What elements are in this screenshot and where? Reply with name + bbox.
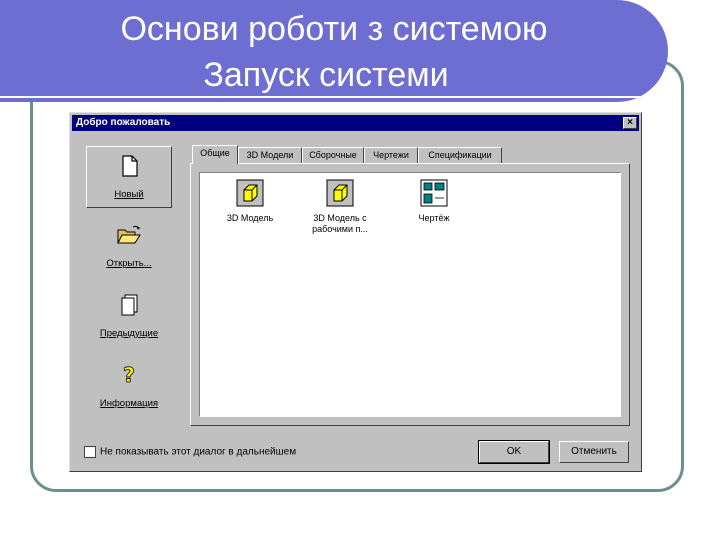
close-icon: × — [627, 117, 633, 128]
3d-model-cube-icon — [326, 179, 354, 207]
template-label: Чертёж — [418, 213, 450, 223]
previous-documents-icon — [121, 294, 138, 316]
template-label: 3D Модель — [226, 213, 274, 223]
template-drawing[interactable]: Чертёж — [389, 179, 479, 224]
left-nav-panel: Новый Открыть... Предыдущие ? Информация — [86, 146, 174, 428]
template-label: 3D Модель с — [313, 213, 367, 223]
slide-title-line2: Запуск системи — [203, 56, 449, 94]
3d-model-cube-icon — [236, 179, 264, 207]
tab-general[interactable]: Общие — [192, 145, 238, 164]
close-button[interactable]: × — [623, 117, 637, 129]
tab-drawings[interactable]: Чертежи — [364, 147, 418, 163]
dialog-title-bar: Добро пожаловать × — [72, 115, 639, 131]
nav-open-button[interactable]: Открыть... — [86, 216, 172, 278]
template-3d-model-with-planes[interactable]: 3D Модель с рабочими п... — [295, 179, 385, 235]
help-question-icon: ? — [123, 364, 135, 386]
welcome-dialog: Добро пожаловать × Новый Открыть... Пред… — [69, 112, 642, 472]
nav-new-button[interactable]: Новый — [86, 146, 172, 208]
open-folder-icon — [117, 225, 141, 244]
nav-new-label: Новый — [114, 189, 144, 200]
slide-title-line1: Основи роботи з системою — [120, 10, 548, 48]
ok-button[interactable]: OK — [478, 440, 550, 464]
dont-show-checkbox[interactable] — [84, 446, 96, 458]
dont-show-label: Не показывать этот диалог в дальнейшем — [100, 446, 297, 458]
title-underline — [0, 96, 640, 98]
dont-show-checkbox-row[interactable]: Не показывать этот диалог в дальнейшем — [84, 446, 296, 458]
tab-panel: 3D Модель 3D Модель с рабочими п... Черт… — [190, 163, 630, 426]
nav-open-label: Открыть... — [106, 258, 152, 269]
new-document-icon — [122, 155, 138, 177]
slide-title-bar: Основи роботи з системою Запуск системи — [0, 0, 668, 102]
svg-text:?: ? — [123, 364, 135, 386]
template-label-line2: рабочими п... — [312, 224, 368, 234]
template-3d-model[interactable]: 3D Модель — [205, 179, 295, 224]
tab-specifications[interactable]: Спецификации — [418, 147, 502, 163]
tab-assemblies[interactable]: Сборочные — [302, 147, 364, 163]
drawing-icon — [420, 179, 448, 207]
nav-info-label: Информация — [99, 398, 159, 409]
nav-info-button[interactable]: ? Информация — [86, 356, 172, 418]
nav-previous-label: Предыдущие — [99, 328, 159, 339]
template-list: 3D Модель 3D Модель с рабочими п... Черт… — [199, 172, 621, 417]
nav-previous-button[interactable]: Предыдущие — [86, 286, 172, 348]
tab-3d-models[interactable]: 3D Модели — [238, 147, 302, 163]
dialog-title: Добро пожаловать — [76, 117, 171, 128]
cancel-button[interactable]: Отменить — [559, 441, 629, 463]
